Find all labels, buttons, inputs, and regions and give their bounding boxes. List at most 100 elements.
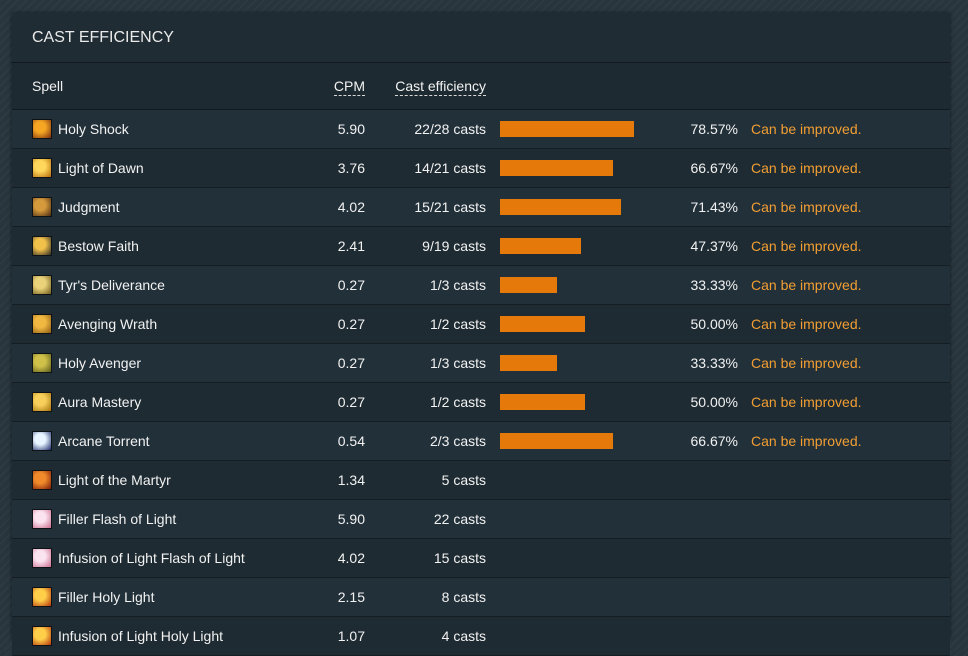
casts-cell: 5 casts — [365, 460, 486, 500]
column-header-cast-efficiency-label[interactable]: Cast efficiency — [395, 78, 486, 96]
spell-name[interactable]: Filler Holy Light — [58, 589, 154, 605]
spell-cell: Infusion of Light Flash of Light — [12, 538, 306, 578]
table-row: Aura Mastery 0.27 1/2 casts 50.00% Can b… — [12, 382, 950, 422]
efficiency-percent: 66.67% — [641, 148, 739, 188]
cpm-cell: 0.54 — [306, 421, 365, 461]
cpm-cell: 0.27 — [306, 265, 365, 305]
arcane-torrent-icon[interactable] — [32, 431, 52, 451]
cpm-cell: 0.27 — [306, 304, 365, 344]
table-body: Holy Shock 5.90 22/28 casts 78.57% Can b… — [12, 109, 950, 656]
spell-cell: Holy Avenger — [12, 343, 306, 383]
cpm-cell: 1.34 — [306, 460, 365, 500]
holy-light-icon[interactable] — [32, 626, 52, 646]
holy-avenger-icon[interactable] — [32, 353, 52, 373]
column-header-spell-label: Spell — [32, 78, 64, 94]
efficiency-bar-cell — [486, 265, 641, 305]
efficiency-bar-cell — [486, 148, 641, 188]
tyrs-deliverance-icon[interactable] — [32, 275, 52, 295]
spell-link[interactable]: Infusion of Light Holy Light — [32, 626, 305, 646]
spell-link[interactable]: Holy Avenger — [32, 353, 305, 373]
flash-of-light-icon[interactable] — [32, 509, 52, 529]
efficiency-note — [739, 499, 950, 539]
spell-cell: Light of the Martyr — [12, 460, 306, 500]
efficiency-note: Can be improved. — [739, 265, 950, 305]
spell-link[interactable]: Infusion of Light Flash of Light — [32, 548, 305, 568]
efficiency-bar-cell — [486, 421, 641, 461]
spell-link[interactable]: Filler Flash of Light — [32, 509, 305, 529]
spell-name[interactable]: Bestow Faith — [58, 238, 139, 254]
spell-link[interactable]: Filler Holy Light — [32, 587, 305, 607]
spell-name[interactable]: Aura Mastery — [58, 394, 141, 410]
avenging-wrath-icon[interactable] — [32, 314, 52, 334]
cpm-cell: 0.27 — [306, 343, 365, 383]
table-row: Holy Avenger 0.27 1/3 casts 33.33% Can b… — [12, 343, 950, 383]
spell-link[interactable]: Bestow Faith — [32, 236, 305, 256]
table-row: Infusion of Light Flash of Light 4.02 15… — [12, 538, 950, 578]
column-header-cpm-label[interactable]: CPM — [333, 78, 365, 96]
table-row: Arcane Torrent 0.54 2/3 casts 66.67% Can… — [12, 421, 950, 461]
light-of-the-martyr-icon[interactable] — [32, 470, 52, 490]
efficiency-note: Can be improved. — [739, 382, 950, 422]
efficiency-percent: 33.33% — [641, 265, 739, 305]
efficiency-bar — [500, 160, 613, 176]
bestow-faith-icon[interactable] — [32, 236, 52, 256]
efficiency-percent: 47.37% — [641, 226, 739, 266]
column-header-cast-efficiency[interactable]: Cast efficiency — [365, 63, 486, 110]
spell-name[interactable]: Light of Dawn — [58, 160, 144, 176]
spell-name[interactable]: Holy Shock — [58, 121, 129, 137]
efficiency-bar — [500, 277, 557, 293]
spell-link[interactable]: Arcane Torrent — [32, 431, 305, 451]
spell-link[interactable]: Aura Mastery — [32, 392, 305, 412]
cast-efficiency-table: Spell CPM Cast efficiency Holy Shock 5.9… — [12, 63, 950, 656]
spell-name[interactable]: Holy Avenger — [58, 355, 141, 371]
efficiency-note: Can be improved. — [739, 226, 950, 266]
spell-cell: Avenging Wrath — [12, 304, 306, 344]
casts-cell: 14/21 casts — [365, 148, 486, 188]
spell-name[interactable]: Filler Flash of Light — [58, 511, 176, 527]
spell-name[interactable]: Tyr's Deliverance — [58, 277, 165, 293]
flash-of-light-icon[interactable] — [32, 548, 52, 568]
efficiency-percent: 50.00% — [641, 304, 739, 344]
efficiency-percent — [641, 499, 739, 539]
holy-shock-icon[interactable] — [32, 119, 52, 139]
judgment-icon[interactable] — [32, 197, 52, 217]
column-header-cpm[interactable]: CPM — [306, 63, 365, 110]
holy-light-icon[interactable] — [32, 587, 52, 607]
casts-cell: 9/19 casts — [365, 226, 486, 266]
efficiency-percent: 71.43% — [641, 187, 739, 227]
spell-link[interactable]: Judgment — [32, 197, 305, 217]
cpm-cell: 5.90 — [306, 499, 365, 539]
casts-cell: 8 casts — [365, 577, 486, 617]
efficiency-bar-cell — [486, 499, 641, 539]
spell-cell: Tyr's Deliverance — [12, 265, 306, 305]
spell-name[interactable]: Avenging Wrath — [58, 316, 157, 332]
efficiency-note — [739, 577, 950, 617]
spell-name[interactable]: Infusion of Light Flash of Light — [58, 550, 245, 566]
aura-mastery-icon[interactable] — [32, 392, 52, 412]
spell-link[interactable]: Holy Shock — [32, 119, 305, 139]
spell-link[interactable]: Tyr's Deliverance — [32, 275, 305, 295]
efficiency-bar-cell — [486, 226, 641, 266]
table-row: Holy Shock 5.90 22/28 casts 78.57% Can b… — [12, 109, 950, 149]
efficiency-bar — [500, 433, 613, 449]
casts-cell: 1/3 casts — [365, 343, 486, 383]
spell-name[interactable]: Light of the Martyr — [58, 472, 171, 488]
spell-link[interactable]: Light of Dawn — [32, 158, 305, 178]
spell-name[interactable]: Infusion of Light Holy Light — [58, 628, 223, 644]
efficiency-bar — [500, 199, 621, 215]
spell-link[interactable]: Light of the Martyr — [32, 470, 305, 490]
casts-cell: 4 casts — [365, 616, 486, 656]
light-of-dawn-icon[interactable] — [32, 158, 52, 178]
spell-name[interactable]: Judgment — [58, 199, 119, 215]
efficiency-percent — [641, 616, 739, 656]
efficiency-bar — [500, 394, 585, 410]
efficiency-percent — [641, 577, 739, 617]
efficiency-percent: 33.33% — [641, 343, 739, 383]
spell-name[interactable]: Arcane Torrent — [58, 433, 150, 449]
spell-link[interactable]: Avenging Wrath — [32, 314, 305, 334]
efficiency-note — [739, 616, 950, 656]
table-row: Light of Dawn 3.76 14/21 casts 66.67% Ca… — [12, 148, 950, 188]
casts-cell: 1/3 casts — [365, 265, 486, 305]
cpm-cell: 4.02 — [306, 187, 365, 227]
cpm-cell: 2.15 — [306, 577, 365, 617]
